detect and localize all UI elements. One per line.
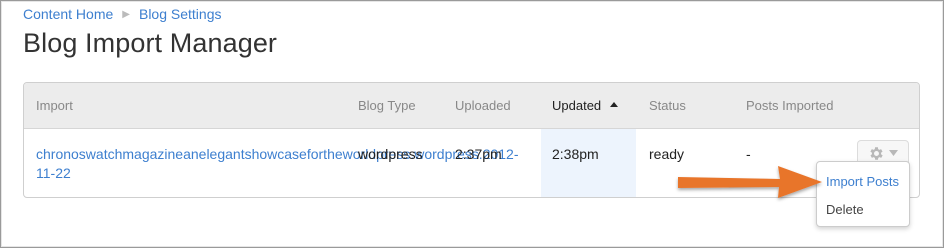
blog-type-cell: wordpress — [358, 146, 423, 162]
import-name-link[interactable]: chronoswatchmagazineanelegantshowcasefor… — [36, 145, 596, 183]
page-title: Blog Import Manager — [23, 28, 278, 58]
chevron-down-icon — [889, 150, 898, 156]
breadcrumb: Content Home ▶ Blog Settings — [23, 6, 221, 22]
column-header-status[interactable]: Status — [649, 98, 686, 113]
column-header-uploaded[interactable]: Uploaded — [455, 98, 511, 113]
column-header-import[interactable]: Import — [36, 98, 73, 113]
import-name-line-1[interactable]: chronoswatchmagazineanelegantshowcasefor… — [36, 146, 519, 162]
column-header-updated-label: Updated — [552, 98, 602, 113]
menu-item-import-posts[interactable]: Import Posts — [817, 169, 909, 195]
import-name-line-2[interactable]: 11-22 — [36, 165, 71, 181]
uploaded-cell: 2:37pm — [455, 146, 502, 162]
sort-ascending-icon — [610, 102, 619, 108]
breadcrumb-content-home[interactable]: Content Home — [23, 6, 113, 22]
breadcrumb-blog-settings[interactable]: Blog Settings — [139, 6, 222, 22]
menu-item-delete[interactable]: Delete — [817, 197, 909, 223]
column-header-blog-type[interactable]: Blog Type — [358, 98, 416, 113]
column-header-updated[interactable]: Updated — [552, 98, 619, 113]
updated-cell: 2:38pm — [552, 146, 599, 162]
gear-icon — [870, 146, 883, 160]
annotation-arrow-icon — [678, 166, 822, 198]
row-actions-menu: Import Posts Delete — [816, 161, 910, 227]
column-header-posts-imported[interactable]: Posts Imported — [746, 98, 833, 113]
breadcrumb-separator-icon: ▶ — [122, 8, 130, 20]
table-header: Import Blog Type Uploaded Updated Status… — [24, 83, 919, 129]
